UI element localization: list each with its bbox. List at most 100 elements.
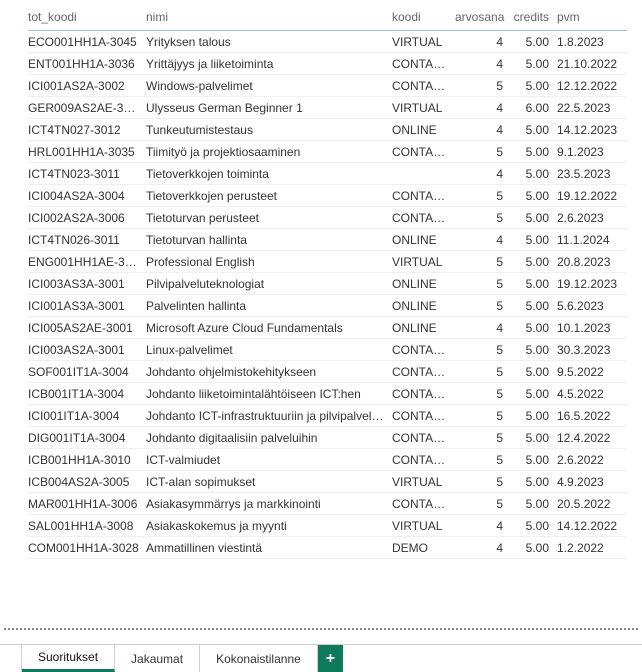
tab-suoritukset[interactable]: Suoritukset bbox=[22, 645, 115, 672]
cell-koodi: VIRTUAL bbox=[392, 97, 455, 119]
table-row[interactable]: ICB001IT1A-3004Johdanto liiketoimintaläh… bbox=[28, 383, 627, 405]
table-row[interactable]: ICI002AS2A-3006Tietoturvan perusteetCONT… bbox=[28, 207, 627, 229]
table-row[interactable]: SAL001HH1A-3008Asiakaskokemus ja myyntiV… bbox=[28, 515, 627, 537]
table-row[interactable]: ICI003AS3A-3001PilvipalveluteknologiatON… bbox=[28, 273, 627, 295]
table-row[interactable]: ENT001HH1A-3036Yrittäjyys ja liiketoimin… bbox=[28, 53, 627, 75]
cell-tot-koodi: ICB001HH1A-3010 bbox=[28, 449, 146, 471]
col-credits[interactable]: credits bbox=[511, 6, 557, 31]
tab-kokonaistilanne[interactable]: Kokonaistilanne bbox=[200, 645, 318, 672]
cell-nimi: ICT-alan sopimukset bbox=[146, 471, 392, 493]
table-row[interactable]: SOF001IT1A-3004Johdanto ohjelmistokehity… bbox=[28, 361, 627, 383]
col-koodi[interactable]: koodi bbox=[392, 6, 455, 31]
table-row[interactable]: HRL001HH1A-3035Tiimityö ja projektiosaam… bbox=[28, 141, 627, 163]
cell-arvosana: 5 bbox=[455, 75, 511, 97]
cell-tot-koodi: ICI004AS2A-3004 bbox=[28, 185, 146, 207]
cell-arvosana: 4 bbox=[455, 515, 511, 537]
table-row[interactable]: ICT4TN027-3012TunkeutumistestausONLINE45… bbox=[28, 119, 627, 141]
data-table: tot_koodi nimi koodi arvosana credits pv… bbox=[28, 6, 627, 559]
col-nimi[interactable]: nimi bbox=[146, 6, 392, 31]
cell-arvosana: 4 bbox=[455, 317, 511, 339]
cell-arvosana: 4 bbox=[455, 97, 511, 119]
cell-arvosana: 5 bbox=[455, 383, 511, 405]
cell-koodi: ONLINE bbox=[392, 229, 455, 251]
table-row[interactable]: ICI001IT1A-3004Johdanto ICT-infrastruktu… bbox=[28, 405, 627, 427]
cell-arvosana: 5 bbox=[455, 273, 511, 295]
cell-nimi: Tietoverkkojen toiminta bbox=[146, 163, 392, 185]
cell-koodi: DEMO bbox=[392, 537, 455, 559]
cell-tot-koodi: ICT4TN027-3012 bbox=[28, 119, 146, 141]
cell-credits: 5.00 bbox=[511, 317, 557, 339]
cell-arvosana: 4 bbox=[455, 119, 511, 141]
cell-nimi: Ulysseus German Beginner 1 bbox=[146, 97, 392, 119]
table-row[interactable]: ICI003AS2A-3001Linux-palvelimetCONTACT55… bbox=[28, 339, 627, 361]
cell-pvm: 12.12.2022 bbox=[557, 75, 627, 97]
table-row[interactable]: GER009AS2AE-3001Ulysseus German Beginner… bbox=[28, 97, 627, 119]
table-area: tot_koodi nimi koodi arvosana credits pv… bbox=[0, 0, 642, 559]
cell-koodi: CONTACT bbox=[392, 493, 455, 515]
cell-arvosana: 5 bbox=[455, 427, 511, 449]
cell-pvm: 11.1.2024 bbox=[557, 229, 627, 251]
cell-arvosana: 4 bbox=[455, 229, 511, 251]
cell-tot-koodi: ICI001AS2A-3002 bbox=[28, 75, 146, 97]
cell-credits: 5.00 bbox=[511, 405, 557, 427]
cell-koodi: CONTACT bbox=[392, 75, 455, 97]
cell-tot-koodi: ECO001HH1A-3045 bbox=[28, 31, 146, 53]
cell-koodi: CONTACT bbox=[392, 141, 455, 163]
table-row[interactable]: DIG001IT1A-3004Johdanto digitaalisiin pa… bbox=[28, 427, 627, 449]
cell-arvosana: 5 bbox=[455, 295, 511, 317]
table-row[interactable]: ICB001HH1A-3010ICT-valmiudetCONTACT55.00… bbox=[28, 449, 627, 471]
cell-koodi: CONTACT bbox=[392, 427, 455, 449]
cell-koodi bbox=[392, 163, 455, 185]
sheet-tab-bar: Suoritukset Jakaumat Kokonaistilanne + bbox=[0, 644, 642, 672]
table-row[interactable]: ICI001AS2A-3002Windows-palvelimetCONTACT… bbox=[28, 75, 627, 97]
cell-pvm: 22.5.2023 bbox=[557, 97, 627, 119]
table-row[interactable]: ICT4TN026-3011Tietoturvan hallintaONLINE… bbox=[28, 229, 627, 251]
table-row[interactable]: ICI001AS3A-3001Palvelinten hallintaONLIN… bbox=[28, 295, 627, 317]
cell-arvosana: 5 bbox=[455, 339, 511, 361]
table-row[interactable]: ECO001HH1A-3045Yrityksen talousVIRTUAL45… bbox=[28, 31, 627, 53]
cell-tot-koodi: SOF001IT1A-3004 bbox=[28, 361, 146, 383]
table-row[interactable]: ICT4TN023-3011Tietoverkkojen toiminta45.… bbox=[28, 163, 627, 185]
cell-tot-koodi: ENG001HH1AE-3059 bbox=[28, 251, 146, 273]
cell-tot-koodi: ICI005AS2AE-3001 bbox=[28, 317, 146, 339]
table-row[interactable]: ICI004AS2A-3004Tietoverkkojen perusteetC… bbox=[28, 185, 627, 207]
cell-arvosana: 5 bbox=[455, 185, 511, 207]
cell-pvm: 12.4.2022 bbox=[557, 427, 627, 449]
cell-pvm: 19.12.2023 bbox=[557, 273, 627, 295]
table-row[interactable]: ENG001HH1AE-3059Professional EnglishVIRT… bbox=[28, 251, 627, 273]
cell-credits: 5.00 bbox=[511, 53, 557, 75]
cell-tot-koodi: ICB001IT1A-3004 bbox=[28, 383, 146, 405]
cell-nimi: ICT-valmiudet bbox=[146, 449, 392, 471]
cell-nimi: Professional English bbox=[146, 251, 392, 273]
tab-add[interactable]: + bbox=[318, 645, 343, 672]
cell-nimi: Yrittäjyys ja liiketoiminta bbox=[146, 53, 392, 75]
cell-credits: 5.00 bbox=[511, 427, 557, 449]
col-tot-koodi[interactable]: tot_koodi bbox=[28, 6, 146, 31]
table-row[interactable]: MAR001HH1A-3006Asiakasymmärrys ja markki… bbox=[28, 493, 627, 515]
table-row[interactable]: ICI005AS2AE-3001Microsoft Azure Cloud Fu… bbox=[28, 317, 627, 339]
cell-koodi: ONLINE bbox=[392, 295, 455, 317]
table-row[interactable]: COM001HH1A-3028Ammatillinen viestintäDEM… bbox=[28, 537, 627, 559]
cell-pvm: 1.2.2022 bbox=[557, 537, 627, 559]
cell-koodi: VIRTUAL bbox=[392, 471, 455, 493]
cell-tot-koodi: COM001HH1A-3028 bbox=[28, 537, 146, 559]
cell-nimi: Johdanto ohjelmistokehitykseen bbox=[146, 361, 392, 383]
cell-pvm: 14.12.2022 bbox=[557, 515, 627, 537]
col-pvm[interactable]: pvm bbox=[557, 6, 627, 31]
cell-tot-koodi: ICI003AS2A-3001 bbox=[28, 339, 146, 361]
cell-koodi: ONLINE bbox=[392, 317, 455, 339]
cell-koodi: CONTACT bbox=[392, 185, 455, 207]
cell-pvm: 21.10.2022 bbox=[557, 53, 627, 75]
cell-credits: 5.00 bbox=[511, 273, 557, 295]
cell-pvm: 1.8.2023 bbox=[557, 31, 627, 53]
cell-pvm: 20.5.2022 bbox=[557, 493, 627, 515]
table-row[interactable]: ICB004AS2A-3005ICT-alan sopimuksetVIRTUA… bbox=[28, 471, 627, 493]
col-arvosana[interactable]: arvosana bbox=[455, 6, 511, 31]
cell-pvm: 9.1.2023 bbox=[557, 141, 627, 163]
cell-pvm: 20.8.2023 bbox=[557, 251, 627, 273]
cell-credits: 5.00 bbox=[511, 295, 557, 317]
tab-jakaumat[interactable]: Jakaumat bbox=[115, 645, 200, 672]
cell-nimi: Tiimityö ja projektiosaaminen bbox=[146, 141, 392, 163]
cell-arvosana: 4 bbox=[455, 31, 511, 53]
cell-nimi: Microsoft Azure Cloud Fundamentals bbox=[146, 317, 392, 339]
